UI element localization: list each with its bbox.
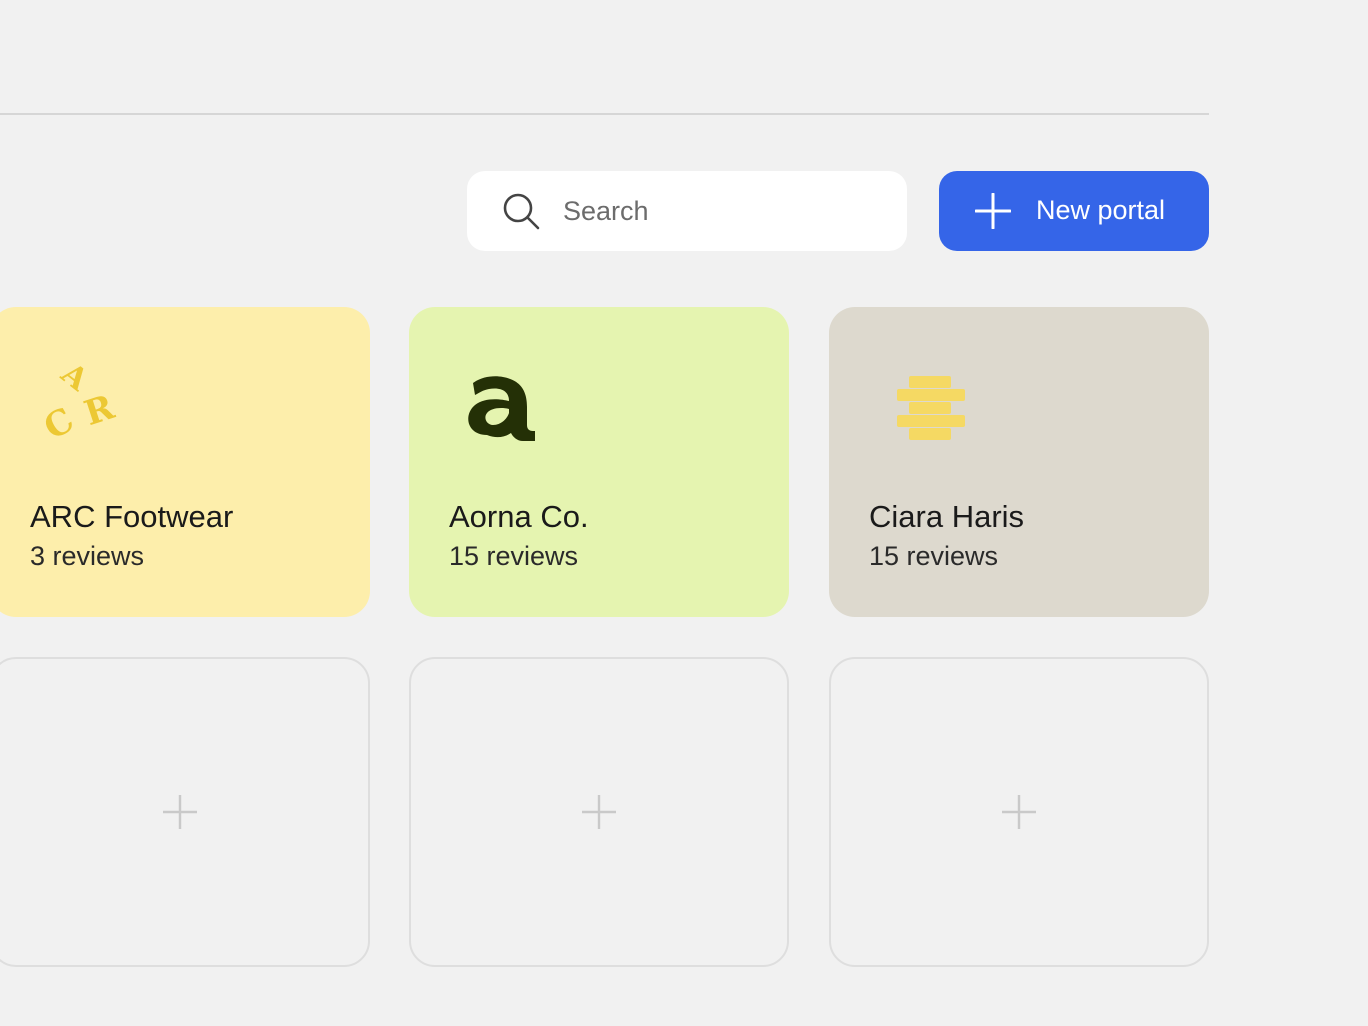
header-divider — [0, 113, 1209, 115]
ciara-logo-icon — [897, 376, 965, 440]
new-portal-label: New portal — [1036, 195, 1166, 225]
plus-icon — [975, 193, 1011, 229]
add-portal-slot[interactable] — [829, 657, 1209, 967]
plus-icon — [582, 795, 616, 829]
portal-name: Ciara Haris — [869, 499, 1025, 534]
svg-text:C: C — [45, 400, 81, 448]
search-icon — [503, 193, 540, 230]
portals-page: New portal A R C ARC Footwear 3 reviews … — [0, 0, 1368, 1026]
add-portal-slot[interactable] — [409, 657, 789, 967]
search-input[interactable] — [563, 191, 883, 231]
new-portal-button[interactable]: New portal — [939, 171, 1209, 251]
plus-icon — [1002, 795, 1036, 829]
portal-name: ARC Footwear — [30, 499, 234, 534]
add-portal-slot[interactable] — [0, 657, 370, 967]
portal-card-arc-footwear[interactable]: A R C ARC Footwear 3 reviews — [0, 307, 370, 617]
portal-name: Aorna Co. — [449, 499, 589, 534]
aorna-logo-icon — [468, 376, 535, 441]
portal-review-count: 15 reviews — [869, 541, 999, 571]
portal-review-count: 15 reviews — [449, 541, 579, 571]
portal-card-aorna-co[interactable]: Aorna Co. 15 reviews — [409, 307, 789, 617]
portal-card-ciara-haris[interactable]: Ciara Haris 15 reviews — [829, 307, 1209, 617]
svg-text:R: R — [80, 387, 120, 434]
portal-review-count: 3 reviews — [30, 541, 145, 571]
search-box[interactable] — [467, 171, 907, 251]
plus-icon — [163, 795, 197, 829]
arc-logo-icon: A R C — [45, 363, 120, 448]
